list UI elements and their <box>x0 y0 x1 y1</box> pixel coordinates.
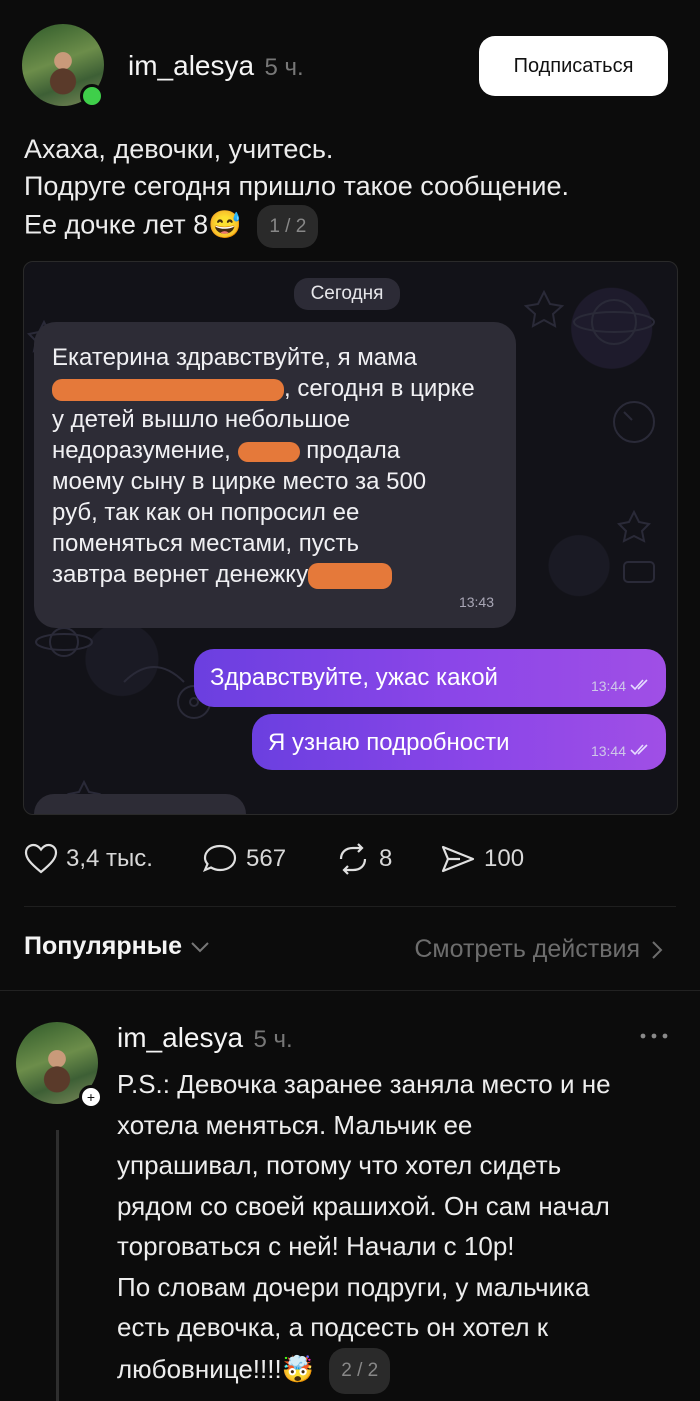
comment-thread-line <box>56 1130 59 1401</box>
outgoing-message-bubble: Здравствуйте, ужас какой 13:44 <box>194 649 666 707</box>
outgoing-message-time: 13:44 <box>590 678 626 694</box>
incoming-message-line: , сегодня в цирке <box>52 373 512 404</box>
outgoing-message-text: Здравствуйте, ужас какой <box>210 664 498 691</box>
comment-line: любовнице!!!! <box>117 1353 282 1384</box>
incoming-message-line: у детей вышло небольшое <box>52 406 351 433</box>
incoming-message-time: 13:43 <box>458 594 494 610</box>
comment-line: торговаться с ней! Начали с 10р! <box>117 1231 515 1261</box>
post-text-line: Ахаха, девочки, учитесь. <box>24 134 334 164</box>
repost-icon <box>339 843 367 875</box>
post-text: Ахаха, девочки, учитесь. Подруге сегодня… <box>24 131 674 248</box>
comment-time: 5 ч. <box>253 1026 293 1053</box>
comment-line: есть девочка, а подсесть он хотел к <box>117 1312 549 1342</box>
post-author-name[interactable]: im_alesya <box>128 50 254 81</box>
comments-sort-label: Популярные <box>24 932 183 960</box>
comment-line-last: любовнице!!!!🤯 2 / 2 <box>117 1347 687 1394</box>
comment-line: По словам дочери подруги, у мальчика <box>117 1271 590 1302</box>
comment-author-line: im_alesya 5 ч. <box>117 1022 293 1054</box>
post-author-line: im_alesya 5 ч. <box>128 50 304 82</box>
comment-line: P.S.: Девочка заранее заняла место и не <box>117 1069 611 1099</box>
comment-count: 567 <box>246 845 287 872</box>
incoming-message-bubble: Екатерина здравствуйте, я мама , сегодня… <box>34 322 516 628</box>
exploding-head-emoji-icon: 🤯 <box>281 1353 315 1384</box>
comment-bubble-icon <box>202 844 237 873</box>
share-count: 100 <box>484 845 525 872</box>
comment-line: рядом со своей крашихой. Он сам начал <box>117 1190 610 1221</box>
image-counter: 1 / 2 <box>257 205 319 248</box>
read-checkmarks-icon <box>630 679 648 691</box>
comment-image-counter: 2 / 2 <box>329 1347 391 1394</box>
subscribe-button[interactable]: Подписаться <box>479 36 668 96</box>
chevron-right-icon <box>652 940 663 959</box>
post-text-line-last: Ее дочке лет 8😅 1 / 2 <box>24 205 674 248</box>
incoming-message-line: Екатерина здравствуйте, я мама <box>52 344 417 371</box>
view-activity-link[interactable]: Смотреть действия <box>414 935 664 964</box>
post-time: 5 ч. <box>264 54 304 81</box>
view-activity-label: Смотреть действия <box>414 935 640 963</box>
divider <box>24 906 676 907</box>
redaction-mark <box>52 378 284 401</box>
heart-icon <box>24 843 58 874</box>
post-text-line: Подруге сегодня пришло такое сообщение. <box>24 171 569 201</box>
redaction-mark <box>237 441 300 462</box>
post-image[interactable]: Сегодня Екатерина здравствуйте, я мама ,… <box>23 261 678 815</box>
redaction-mark <box>308 562 393 589</box>
incoming-message-line: поменяться местами, пусть <box>52 530 359 557</box>
chat-date-label: Сегодня <box>294 278 400 310</box>
read-checkmarks-icon <box>630 744 648 756</box>
comment-author-add-badge[interactable]: + <box>79 1085 103 1109</box>
chevron-down-icon <box>191 941 209 952</box>
outgoing-message-time: 13:44 <box>590 743 626 759</box>
more-horizontal-icon[interactable] <box>638 1026 670 1046</box>
comments-sort-dropdown[interactable]: Популярные <box>24 932 210 961</box>
grin-emoji-icon: 😅 <box>208 209 242 240</box>
outgoing-message-text: Я узнаю подробности <box>268 729 510 756</box>
repost-button[interactable]: 8 <box>335 843 392 875</box>
online-indicator <box>80 84 104 108</box>
incoming-message-line: руб, так как он попросил ее <box>52 499 360 526</box>
comment-author-name[interactable]: im_alesya <box>117 1022 243 1053</box>
incoming-message-line: недоразумение, продала <box>52 437 401 464</box>
comment-button[interactable]: 567 <box>202 843 286 875</box>
share-button[interactable]: 100 <box>440 843 524 875</box>
post-text-line: Ее дочке лет 8 <box>24 209 209 240</box>
section-gap <box>0 990 700 991</box>
incoming-message-line: завтра вернет денежку <box>52 559 512 590</box>
comment-text: P.S.: Девочка заранее заняла место и не … <box>117 1064 687 1394</box>
cropped-incoming-bubble <box>34 794 246 814</box>
send-icon <box>441 845 475 873</box>
incoming-message-line: моему сыну в цирке место за 500 <box>52 468 427 495</box>
comment-line: упрашивал, потому что хотел сидеть <box>117 1150 562 1180</box>
like-count: 3,4 тыс. <box>66 845 153 872</box>
like-button[interactable]: 3,4 тыс. <box>24 843 153 875</box>
repost-count: 8 <box>379 845 393 872</box>
outgoing-message-bubble: Я узнаю подробности 13:44 <box>252 714 666 770</box>
comment-line: хотела меняться. Мальчик ее <box>117 1109 473 1140</box>
